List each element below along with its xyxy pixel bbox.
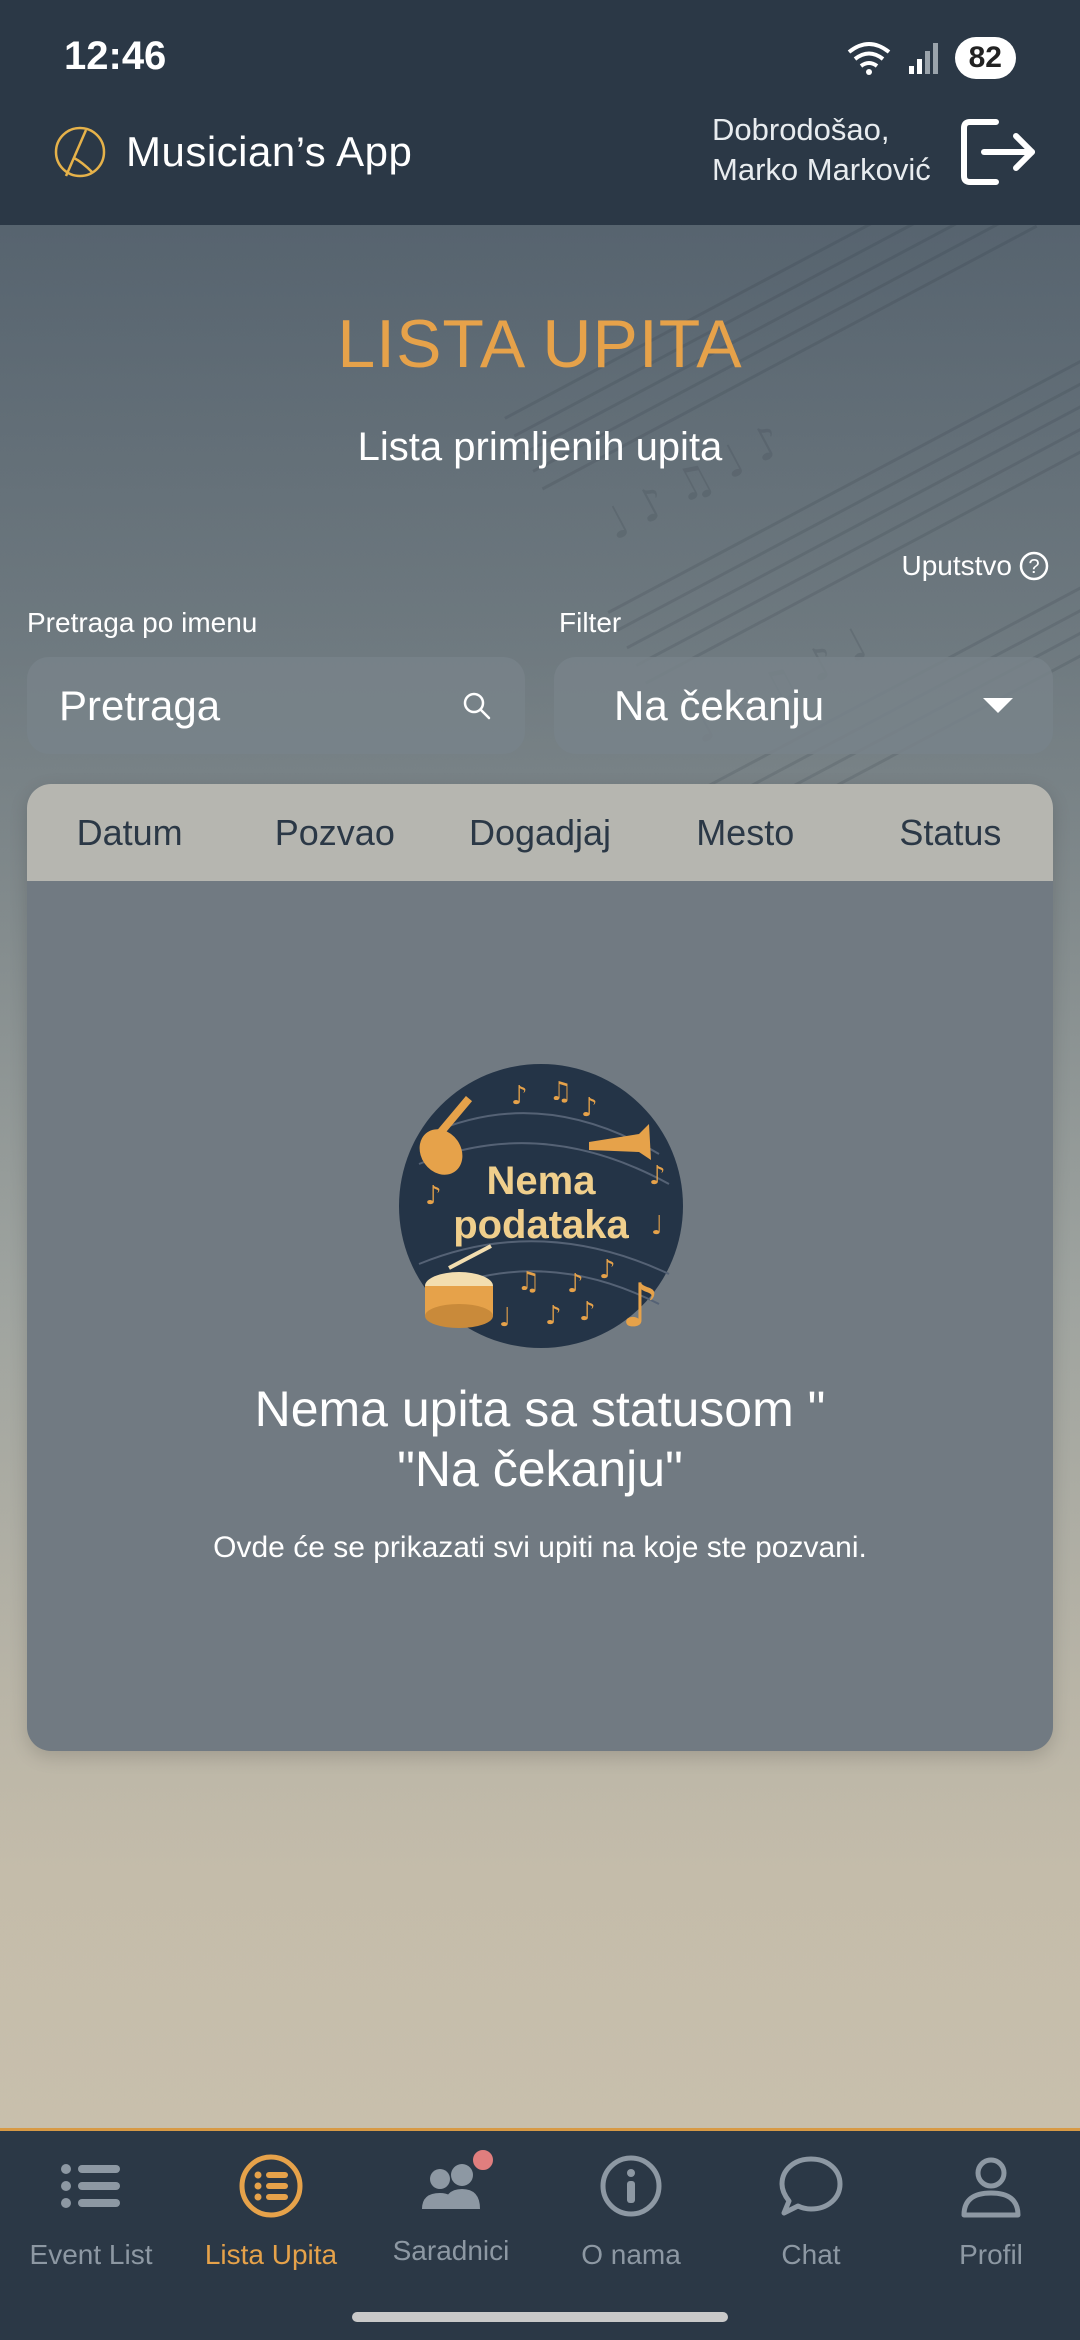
- inquiries-table: Datum Pozvao Dogadjaj Mesto Status ♪ ♫ ♪ ♪…: [27, 784, 1053, 1751]
- home-indicator[interactable]: [352, 2312, 728, 2322]
- svg-text:♪: ♪: [579, 1297, 596, 1327]
- status-filter-select[interactable]: Na čekanju: [554, 657, 1053, 754]
- search-label: Pretraga po imenu: [27, 607, 258, 638]
- svg-text:♪: ♪: [581, 1093, 598, 1123]
- circle-list-icon: [239, 2154, 303, 2218]
- svg-text:♪: ♪: [511, 1081, 528, 1111]
- logout-button[interactable]: [960, 116, 1040, 188]
- users-icon-wrap: [416, 2147, 496, 2221]
- nav-label: Chat: [781, 2239, 841, 2270]
- page-subtitle: Lista primljenih upita: [357, 425, 723, 469]
- signal-icon: [908, 43, 938, 74]
- nav-item-lista-upita[interactable]: Lista Upita: [181, 2151, 361, 2291]
- column-header-status[interactable]: Status: [848, 812, 1053, 854]
- status-time: 12:46: [64, 34, 167, 78]
- svg-text:♫: ♫: [549, 1077, 572, 1107]
- question-circle-icon: ?: [1019, 551, 1049, 581]
- wifi-icon: [847, 42, 890, 75]
- battery-level: 82: [954, 37, 1016, 79]
- filter-label: Filter: [559, 607, 622, 638]
- help-label: Uputstvo: [901, 550, 1013, 581]
- nav-label: Event List: [29, 2239, 153, 2270]
- svg-text:♩: ♩: [651, 1211, 663, 1241]
- bottom-navigation: Event List Lista Upita Saradnici O nama …: [0, 2128, 1080, 2340]
- list-icon: [61, 2164, 120, 2208]
- status-icons: 82: [845, 36, 1016, 80]
- nav-item-o-nama[interactable]: O nama: [541, 2151, 721, 2291]
- svg-text:♪: ♪: [567, 1269, 584, 1299]
- chevron-down-icon: [983, 698, 1013, 713]
- status-bar: 12:46 82: [0, 0, 1080, 100]
- nav-label: O nama: [581, 2239, 681, 2270]
- table-header: Datum Pozvao Dogadjaj Mesto Status: [27, 784, 1053, 881]
- badge-line-2: podataka: [453, 1203, 629, 1247]
- app-name: Musician’s App: [126, 128, 413, 175]
- empty-title-line-2: "Na čekanju": [397, 1441, 683, 1497]
- nav-item-chat[interactable]: Chat: [721, 2151, 901, 2291]
- chat-icon: [779, 2156, 843, 2216]
- column-header-datum[interactable]: Datum: [27, 812, 232, 854]
- search-icon: [463, 692, 491, 719]
- user-name: Marko Marković: [712, 152, 931, 187]
- empty-state-description: Ovde će se prikazati svi upiti na koje s…: [213, 1531, 867, 1564]
- empty-title-line-1: Nema upita sa statusom ": [254, 1381, 826, 1437]
- filter-selected-value: Na čekanju: [614, 681, 825, 729]
- empty-state-title: Nema upita sa statusom " "Na čekanju": [27, 1379, 1053, 1499]
- info-icon: [600, 2155, 662, 2217]
- svg-text:♪: ♪: [649, 1161, 666, 1191]
- svg-text:♩: ♩: [499, 1303, 511, 1333]
- svg-text:♪: ♪: [621, 1271, 659, 1341]
- nav-item-event-list[interactable]: Event List: [1, 2151, 181, 2291]
- column-header-pozvao[interactable]: Pozvao: [232, 812, 437, 854]
- welcome-message: Dobrodošao, Marko Marković: [712, 110, 952, 190]
- nav-item-profil[interactable]: Profil: [901, 2151, 1080, 2291]
- nav-label: Profil: [959, 2239, 1023, 2270]
- page-title: LISTA UPITA: [337, 306, 743, 382]
- search-placeholder: Pretraga: [59, 681, 221, 729]
- svg-text:♪: ♪: [599, 1255, 616, 1285]
- svg-text:?: ?: [1028, 556, 1039, 578]
- svg-text:♪: ♪: [545, 1301, 562, 1331]
- search-input[interactable]: Pretraga: [27, 657, 525, 754]
- nav-label: Saradnici: [392, 2235, 510, 2266]
- app-header: 12:46 82 Musician’s App Dobrodošao, Mark…: [0, 0, 1080, 225]
- app-brand[interactable]: Musician’s App: [52, 110, 432, 194]
- svg-text:♪: ♪: [425, 1181, 442, 1211]
- person-icon: [961, 2157, 1021, 2218]
- badge-line-1: Nema: [487, 1159, 597, 1203]
- notification-dot: [470, 2147, 496, 2173]
- help-link[interactable]: Uputstvo ?: [902, 550, 1051, 582]
- svg-text:♫: ♫: [517, 1267, 540, 1297]
- nav-label: Lista Upita: [204, 2239, 338, 2270]
- welcome-greeting: Dobrodošao,: [712, 112, 890, 147]
- nav-item-saradnici[interactable]: Saradnici: [361, 2147, 541, 2291]
- no-data-illustration: ♪ ♫♪ ♪♪♩ ♫ ♪ ♪ ♩ ♪ ♪ ♪ Nema podataka: [399, 1064, 683, 1348]
- logout-icon: [961, 119, 1035, 185]
- column-header-dogadjaj[interactable]: Dogadjaj: [437, 812, 642, 854]
- conductor-logo-icon: [54, 126, 106, 178]
- column-header-mesto[interactable]: Mesto: [643, 812, 848, 854]
